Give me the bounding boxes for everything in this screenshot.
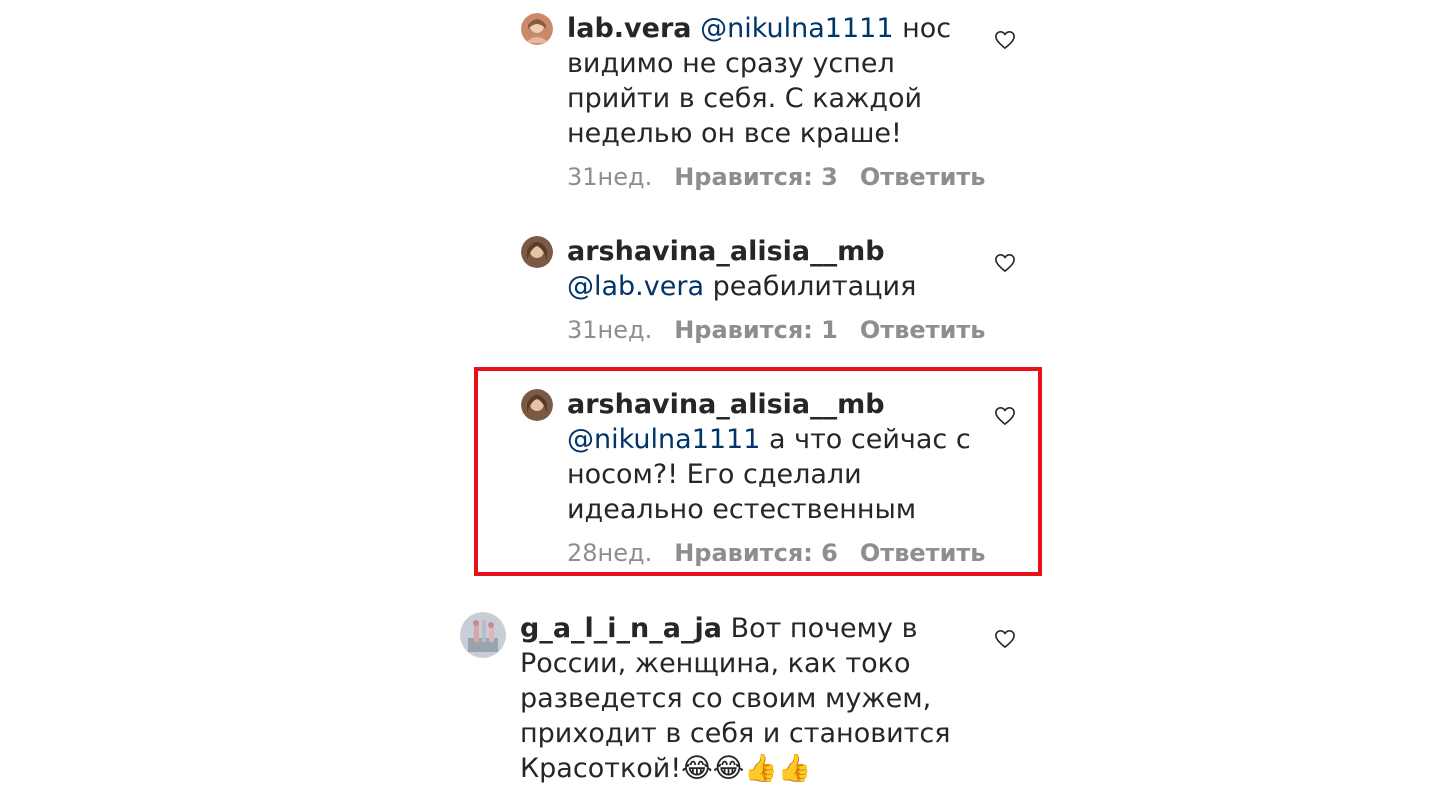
comment-text: приходит в себя и становится: [520, 718, 951, 749]
comment-text: идеально естественным: [567, 494, 917, 525]
comment-body: arshavina_alisia__mb @lab.vera реабилита…: [567, 234, 967, 304]
comment-text: неделью он все краше!: [567, 118, 902, 149]
avatar[interactable]: [521, 13, 553, 45]
comment-username[interactable]: arshavina_alisia__mb: [567, 389, 885, 420]
reply-button[interactable]: Ответить: [860, 163, 986, 191]
comment-likes[interactable]: Нравится: 1: [674, 316, 838, 344]
comment-likes[interactable]: Нравится: 6: [674, 539, 838, 567]
comment-meta: 28нед. Нравится: 6 Ответить: [567, 539, 985, 567]
comment-text: нос: [902, 13, 952, 44]
comment-meta: 31нед. Нравится: 1 Ответить: [567, 316, 985, 344]
avatar[interactable]: [521, 236, 553, 268]
comment-text: Вот почему в: [730, 613, 918, 644]
comment-text: России, женщина, как токо: [520, 648, 911, 679]
comment-body: g_a_l_i_n_a_ja Вот почему в России, женщ…: [520, 611, 990, 786]
reply-button[interactable]: Ответить: [860, 539, 986, 567]
comment-username[interactable]: g_a_l_i_n_a_ja: [520, 613, 722, 644]
comment-text: Красоткой!😂😂👍👍: [520, 753, 812, 784]
heart-outline-icon[interactable]: [994, 253, 1016, 273]
heart-outline-icon[interactable]: [994, 30, 1016, 50]
comment-time[interactable]: 31нед.: [567, 163, 652, 191]
comment-username[interactable]: arshavina_alisia__mb: [567, 236, 885, 267]
avatar[interactable]: [460, 612, 506, 658]
avatar[interactable]: [521, 389, 553, 421]
comments-thread: lab.vera @nikulna1111 нос видимо не сраз…: [0, 0, 1440, 805]
comment-likes[interactable]: Нравится: 3: [674, 163, 838, 191]
comment-text: прийти в себя. С каждой: [567, 83, 923, 114]
comment-text: разведется со своим мужем,: [520, 683, 932, 714]
comment-mention[interactable]: @lab.vera: [567, 271, 704, 302]
comment-time[interactable]: 31нед.: [567, 316, 652, 344]
comment-mention[interactable]: @nikulna1111: [567, 424, 760, 455]
comment-mention[interactable]: @nikulna1111: [700, 13, 893, 44]
comment-text: а что сейчас с: [769, 424, 971, 455]
comment-meta: 31нед. Нравится: 3 Ответить: [567, 163, 985, 191]
comment-text: видимо не сразу успел: [567, 48, 895, 79]
comment-time[interactable]: 28нед.: [567, 539, 652, 567]
reply-button[interactable]: Ответить: [860, 316, 986, 344]
comment-text: носом?! Его сделали: [567, 459, 862, 490]
comment-body: arshavina_alisia__mb @nikulna1111 а что …: [567, 387, 987, 527]
comment-text: реабилитация: [712, 271, 917, 302]
heart-outline-icon[interactable]: [994, 406, 1016, 426]
comment-body: lab.vera @nikulna1111 нос видимо не сраз…: [567, 11, 967, 151]
comment-username[interactable]: lab.vera: [567, 13, 692, 44]
heart-outline-icon[interactable]: [994, 629, 1016, 649]
